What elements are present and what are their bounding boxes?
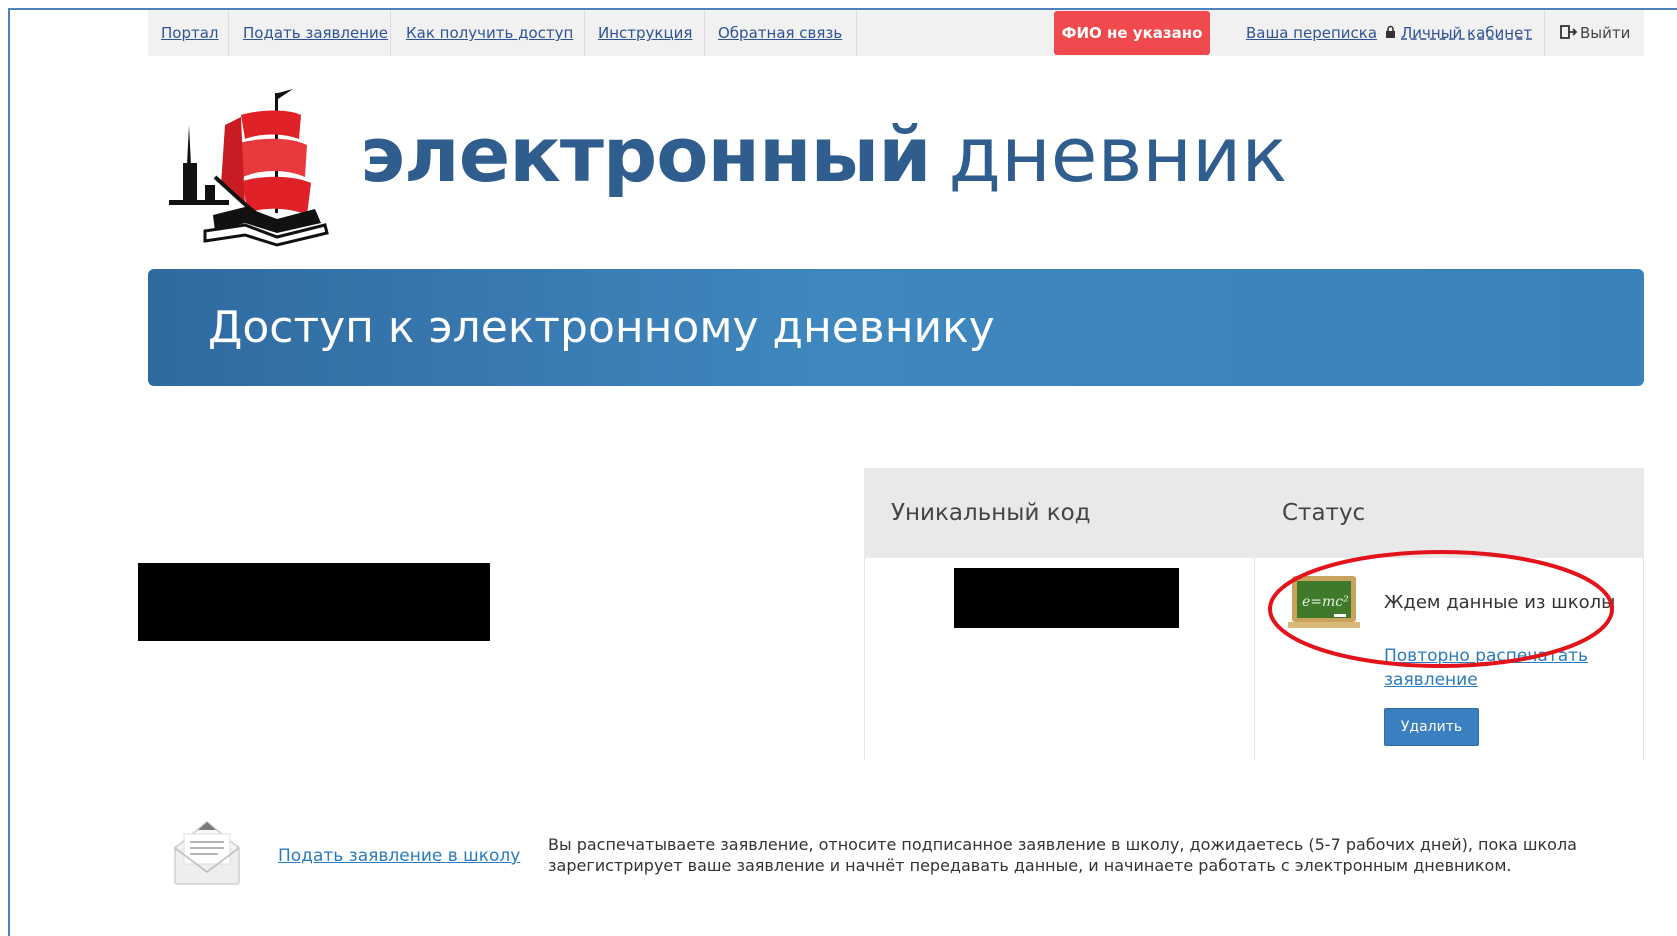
nav-divider <box>390 10 391 56</box>
fio-status-badge[interactable]: ФИО не указано <box>1054 11 1210 55</box>
top-navigation: Портал Подать заявление Как получить дос… <box>148 10 1644 56</box>
brand-thin-word: дневник <box>948 110 1288 199</box>
apply-to-school-link[interactable]: Подать заявление в школу <box>278 846 520 866</box>
nav-link-instructions[interactable]: Инструкция <box>598 10 692 56</box>
nav-link-how-access[interactable]: Как получить доступ <box>406 10 573 56</box>
scarlet-sails-ship-logo <box>169 89 329 247</box>
nav-divider <box>228 10 229 56</box>
column-header-code: Уникальный код <box>891 500 1091 526</box>
nav-divider <box>1544 10 1545 56</box>
page-title: Доступ к электронному дневнику <box>208 302 995 353</box>
nav-divider <box>856 10 857 56</box>
nav-link-cabinet[interactable]: Личный кабинет <box>1401 10 1532 56</box>
nav-divider <box>704 10 705 56</box>
nav-link-feedback[interactable]: Обратная связь <box>718 10 842 56</box>
page-banner: Доступ к электронному дневнику <box>148 269 1644 386</box>
table-header: Уникальный код Статус <box>864 468 1644 558</box>
annotation-ellipse <box>1268 550 1614 668</box>
envelope-icon <box>174 821 240 885</box>
column-header-status: Статус <box>1282 500 1366 526</box>
nav-divider <box>584 10 585 56</box>
nav-link-logout[interactable]: Выйти <box>1580 10 1630 56</box>
nav-link-apply[interactable]: Подать заявление <box>243 10 388 56</box>
brand-bold-word: электронный <box>360 110 932 199</box>
column-divider <box>1254 558 1255 760</box>
redacted-unique-code <box>954 568 1179 628</box>
delete-button[interactable]: Удалить <box>1384 708 1479 746</box>
footer-description: Вы распечатываете заявление, относите по… <box>548 835 1577 875</box>
nav-link-portal[interactable]: Портал <box>161 10 219 56</box>
site-brand-title: электронный дневник <box>360 105 1287 205</box>
nav-link-correspondence[interactable]: Ваша переписка <box>1246 10 1377 56</box>
redacted-block <box>138 563 490 641</box>
lock-icon <box>1386 25 1395 38</box>
exit-icon[interactable] <box>1560 25 1578 39</box>
